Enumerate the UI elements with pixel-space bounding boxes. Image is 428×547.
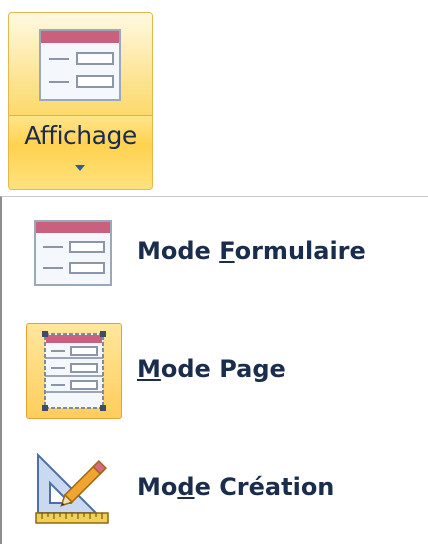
menu-item-form-view[interactable]: Mode Formulaire xyxy=(12,199,422,311)
access-key: d xyxy=(177,473,195,501)
design-view-icon xyxy=(35,452,109,524)
menu-item-label: Mode Création xyxy=(137,473,335,501)
form-view-icon xyxy=(34,220,112,286)
chevron-down-icon[interactable] xyxy=(75,165,85,171)
menu-item-icon-box xyxy=(26,205,122,301)
view-button-top[interactable] xyxy=(9,13,152,116)
access-key: F xyxy=(219,237,235,265)
menu-item-design-view[interactable]: Mode Création xyxy=(12,435,422,547)
view-split-button[interactable]: Affichage xyxy=(8,12,153,190)
menu-item-label: Mode Formulaire xyxy=(137,237,366,265)
access-key: M xyxy=(137,355,161,383)
view-button-label: Affichage xyxy=(24,121,137,150)
menu-item-icon-box xyxy=(26,323,122,419)
view-menu: Mode Formulaire Mode Page Mode Création xyxy=(0,196,428,544)
menu-item-layout-view[interactable]: Mode Page xyxy=(12,317,422,429)
form-view-icon xyxy=(39,29,121,101)
menu-item-icon-box xyxy=(26,441,122,537)
menu-item-label: Mode Page xyxy=(137,355,286,383)
layout-view-icon xyxy=(42,331,106,411)
